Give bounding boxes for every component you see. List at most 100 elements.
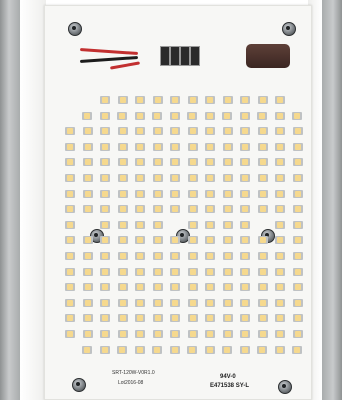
led-chip [205, 205, 215, 213]
led-chip [205, 314, 215, 322]
led-chip [83, 190, 93, 198]
led-chip [205, 96, 215, 104]
led-chip [170, 236, 180, 244]
led-chip [188, 330, 198, 338]
led-chip [222, 346, 232, 354]
led-chip [240, 221, 250, 229]
led-chip [135, 299, 145, 307]
led-chip [170, 174, 180, 182]
led-chip [258, 143, 268, 151]
led-chip [65, 299, 75, 307]
led-chip [258, 127, 268, 135]
led-chip [258, 174, 268, 182]
led-chip [258, 236, 268, 244]
led-chip [240, 127, 250, 135]
led-chip [293, 221, 303, 229]
led-chip [118, 252, 128, 260]
led-chip [187, 346, 197, 354]
led-chip [170, 112, 180, 120]
led-chip [153, 205, 163, 213]
led-chip [153, 190, 163, 198]
led-chip [275, 96, 285, 104]
led-chip [205, 330, 215, 338]
led-chip [293, 190, 303, 198]
led-chip [223, 143, 233, 151]
led-chip [240, 268, 250, 276]
led-chip [135, 174, 145, 182]
led-chip [153, 252, 163, 260]
led-chip [240, 299, 250, 307]
led-chip [153, 127, 163, 135]
lot-label: Lot2016-08 [118, 380, 144, 386]
led-chip [223, 174, 233, 182]
led-chip [275, 236, 285, 244]
led-chip [83, 299, 93, 307]
led-chip [170, 143, 180, 151]
led-chip [293, 127, 303, 135]
led-chip [170, 127, 180, 135]
led-chip [83, 174, 93, 182]
frame-left [20, 0, 46, 400]
led-chip [240, 143, 250, 151]
led-chip [258, 314, 268, 322]
led-chip [153, 96, 163, 104]
led-chip [135, 143, 145, 151]
led-chip [293, 283, 303, 291]
screw-top-left [68, 22, 82, 36]
led-chip [188, 190, 198, 198]
led-chip [293, 236, 303, 244]
led-chip [100, 205, 110, 213]
led-chip [153, 143, 163, 151]
led-chip [118, 205, 128, 213]
led-chip [293, 143, 303, 151]
screw-bottom-right [278, 380, 292, 394]
led-chip [100, 236, 110, 244]
model-label: SRT-120W-V0R1.0 [112, 370, 155, 376]
led-chip [118, 190, 128, 198]
led-chip [205, 190, 215, 198]
led-chip [275, 143, 285, 151]
led-chip [170, 190, 180, 198]
led-chip [292, 346, 302, 354]
led-chip [275, 205, 285, 213]
led-chip [153, 268, 163, 276]
led-chip [240, 174, 250, 182]
led-chip [117, 346, 127, 354]
led-chip [100, 143, 110, 151]
led-chip [117, 112, 127, 120]
led-chip [188, 158, 198, 166]
led-chip [223, 205, 233, 213]
led-chip [135, 252, 145, 260]
led-chip [100, 127, 110, 135]
led-chip [65, 158, 75, 166]
led-chip [83, 283, 93, 291]
led-chip [83, 252, 93, 260]
led-chip [293, 330, 303, 338]
led-chip [135, 346, 145, 354]
led-chip [100, 190, 110, 198]
led-chip [118, 314, 128, 322]
led-chip [240, 314, 250, 322]
led-chip [65, 143, 75, 151]
led-chip [83, 205, 93, 213]
led-chip [153, 314, 163, 322]
led-chip [293, 174, 303, 182]
led-chip [100, 330, 110, 338]
led-chip [275, 346, 285, 354]
led-chip [188, 96, 198, 104]
led-chip [170, 314, 180, 322]
led-chip [152, 112, 162, 120]
led-chip [293, 205, 303, 213]
led-chip [275, 221, 285, 229]
led-chip [257, 346, 267, 354]
file-number: E471538 SY-L [210, 383, 250, 389]
led-chip [100, 268, 110, 276]
led-chip [170, 268, 180, 276]
led-chip [258, 268, 268, 276]
power-connector [246, 44, 290, 68]
led-chip [100, 174, 110, 182]
led-chip [223, 190, 233, 198]
led-chip [205, 127, 215, 135]
led-chip [153, 174, 163, 182]
led-chip [65, 174, 75, 182]
